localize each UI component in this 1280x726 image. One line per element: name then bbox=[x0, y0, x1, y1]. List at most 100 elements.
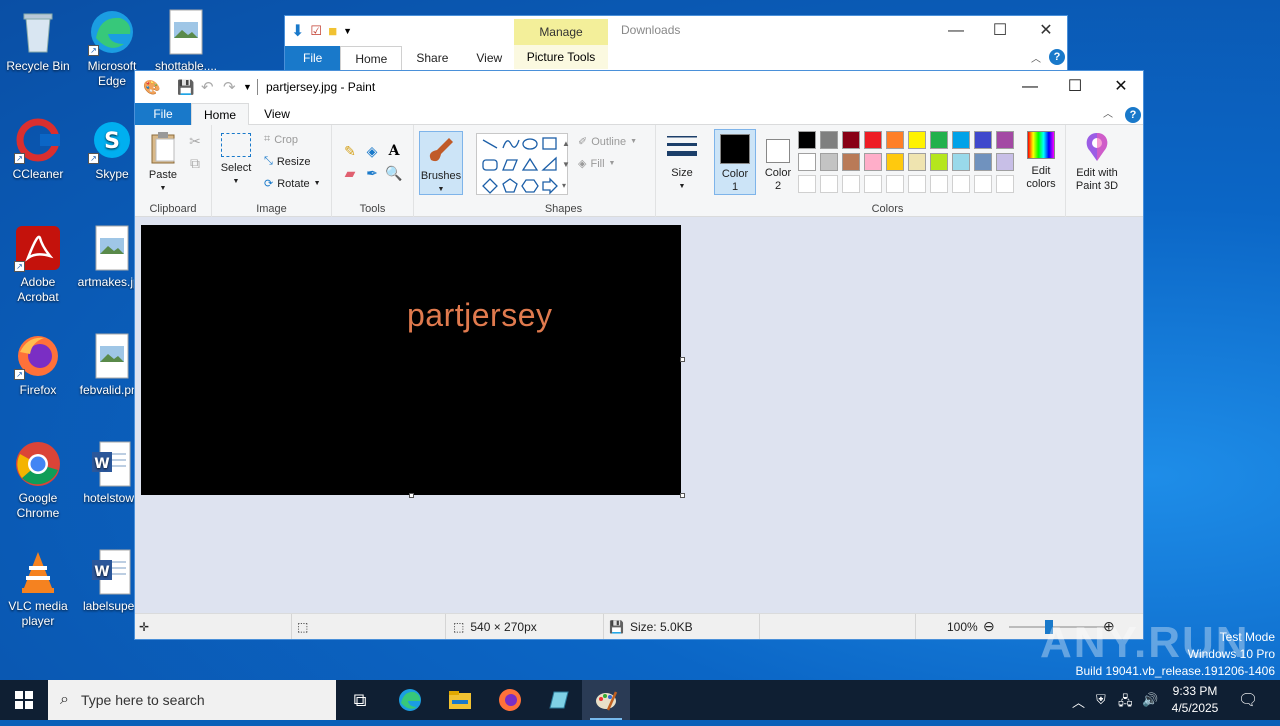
new-folder-icon[interactable]: ■ bbox=[328, 23, 337, 40]
volume-icon[interactable]: 🔊 bbox=[1142, 692, 1158, 708]
paint-window[interactable]: 🎨 💾 ↶ ↷ ▼ partjersey.jpg - Paint — ☐ ✕ F… bbox=[134, 70, 1144, 640]
color2-button[interactable]: Color 2 bbox=[760, 129, 796, 195]
size-button[interactable]: Size ▼ bbox=[662, 133, 702, 193]
outline-button[interactable]: ✐ Outline ▼ bbox=[578, 135, 637, 149]
resize-handle-right[interactable] bbox=[680, 357, 685, 362]
palette-swatch[interactable] bbox=[842, 175, 860, 193]
copy-icon[interactable]: ⧉ bbox=[185, 153, 205, 173]
help-icon[interactable]: ? bbox=[1049, 49, 1065, 65]
tab-home[interactable]: Home bbox=[340, 46, 403, 70]
palette-swatch[interactable] bbox=[908, 153, 926, 171]
resize-handle-corner[interactable] bbox=[680, 493, 685, 498]
palette-swatch[interactable] bbox=[798, 153, 816, 171]
tab-view[interactable]: View bbox=[462, 46, 516, 70]
shapes-gallery[interactable] bbox=[476, 133, 568, 195]
taskbar-app-icon[interactable] bbox=[534, 680, 582, 720]
paste-button[interactable]: Paste ▼ bbox=[143, 131, 183, 195]
maximize-button[interactable]: ☐ bbox=[977, 16, 1023, 46]
close-button[interactable]: ✕ bbox=[1098, 71, 1143, 103]
tab-home[interactable]: Home bbox=[191, 103, 249, 126]
palette-swatch[interactable] bbox=[886, 153, 904, 171]
desktop-icon-shottable[interactable]: shottable.... bbox=[148, 8, 224, 74]
palette-swatch[interactable] bbox=[996, 153, 1014, 171]
taskbar-search-box[interactable]: ⌕ Type here to search bbox=[48, 680, 336, 720]
eraser-icon[interactable]: ▰ bbox=[340, 163, 360, 183]
download-arrow-icon[interactable]: ⬇ bbox=[291, 21, 304, 41]
palette-swatch[interactable] bbox=[798, 175, 816, 193]
rotate-button[interactable]: ⟳ Rotate ▼ bbox=[264, 177, 321, 191]
paint-app-icon[interactable]: 🎨 bbox=[143, 79, 160, 96]
palette-swatch[interactable] bbox=[864, 131, 882, 149]
palette-swatch[interactable] bbox=[820, 153, 838, 171]
tab-file[interactable]: File bbox=[285, 46, 341, 70]
properties-icon[interactable]: ☑ bbox=[310, 23, 322, 39]
palette-swatch[interactable] bbox=[820, 175, 838, 193]
palette-swatch[interactable] bbox=[930, 131, 948, 149]
palette-swatch[interactable] bbox=[952, 153, 970, 171]
palette-swatch[interactable] bbox=[974, 153, 992, 171]
undo-icon[interactable]: ↶ bbox=[201, 78, 214, 96]
edit-colors-button[interactable]: Edit colors bbox=[1020, 131, 1062, 191]
desktop-icon-ccleaner[interactable]: ↗ CCleaner bbox=[0, 116, 76, 182]
tab-file[interactable]: File bbox=[135, 103, 191, 125]
magnifier-icon[interactable]: 🔍 bbox=[384, 163, 404, 183]
palette-swatch[interactable] bbox=[952, 175, 970, 193]
palette-swatch[interactable] bbox=[930, 153, 948, 171]
taskbar-file-explorer-icon[interactable] bbox=[436, 680, 484, 720]
notifications-icon[interactable]: 🗨 bbox=[1238, 690, 1258, 710]
edit-with-paint3d-button[interactable]: Edit with Paint 3D bbox=[1068, 131, 1126, 193]
desktop-icon-vlc[interactable]: VLC media player bbox=[0, 548, 76, 629]
taskbar-clock[interactable]: 9:33 PM 4/5/2025 bbox=[1160, 683, 1230, 717]
palette-swatch[interactable] bbox=[842, 131, 860, 149]
desktop-icon-chrome[interactable]: Google Chrome bbox=[0, 440, 76, 521]
cut-icon[interactable]: ✂ bbox=[185, 131, 205, 151]
image-canvas[interactable]: partjersey bbox=[141, 225, 681, 495]
text-tool-icon[interactable]: A bbox=[384, 141, 404, 161]
resize-button[interactable]: ⤡ Resize bbox=[264, 155, 310, 168]
select-button[interactable]: Select ▼ bbox=[218, 133, 254, 188]
minimize-button[interactable]: — bbox=[1007, 71, 1053, 103]
fill-bucket-icon[interactable]: ◈ bbox=[362, 141, 382, 161]
palette-swatch[interactable] bbox=[908, 175, 926, 193]
shapes-scroll[interactable]: ▲ ▼ ▾ bbox=[562, 133, 570, 196]
palette-swatch[interactable] bbox=[908, 131, 926, 149]
brushes-button[interactable]: Brushes ▼ bbox=[419, 131, 463, 195]
redo-icon[interactable]: ↷ bbox=[223, 78, 236, 96]
palette-swatch[interactable] bbox=[864, 175, 882, 193]
explorer-window[interactable]: ⬇ ☑ ■ ▼ Manage Downloads — ☐ ✕ File Home… bbox=[284, 15, 1068, 75]
resize-handle-bottom[interactable] bbox=[409, 493, 414, 498]
palette-swatch[interactable] bbox=[930, 175, 948, 193]
customize-toolbar-icon[interactable]: ▼ bbox=[243, 82, 252, 92]
security-icon[interactable]: ⛨ bbox=[1096, 692, 1106, 708]
palette-swatch[interactable] bbox=[864, 153, 882, 171]
desktop-icon-firefox[interactable]: ↗ Firefox bbox=[0, 332, 76, 398]
tab-share[interactable]: Share bbox=[402, 46, 462, 70]
desktop-icon-acrobat[interactable]: ↗ Adobe Acrobat bbox=[0, 224, 76, 305]
palette-swatch[interactable] bbox=[996, 131, 1014, 149]
save-icon[interactable]: 💾 bbox=[177, 79, 194, 96]
color1-button[interactable]: Color 1 bbox=[714, 129, 756, 195]
network-icon[interactable]: 🖧 bbox=[1118, 692, 1133, 714]
manage-contextual-tab[interactable]: Manage bbox=[514, 19, 608, 45]
palette-swatch[interactable] bbox=[842, 153, 860, 171]
tab-view[interactable]: View bbox=[253, 103, 301, 125]
taskbar-firefox-icon[interactable] bbox=[486, 680, 534, 720]
palette-swatch[interactable] bbox=[886, 131, 904, 149]
color-picker-icon[interactable]: ✒ bbox=[362, 163, 382, 183]
palette-swatch[interactable] bbox=[952, 131, 970, 149]
palette-swatch[interactable] bbox=[996, 175, 1014, 193]
palette-swatch[interactable] bbox=[974, 131, 992, 149]
chevron-down-icon[interactable]: ▼ bbox=[343, 26, 352, 36]
pencil-icon[interactable]: ✎ bbox=[340, 141, 360, 161]
collapse-ribbon-icon[interactable]: ︿ bbox=[1031, 50, 1041, 65]
tab-picture-tools[interactable]: Picture Tools bbox=[514, 45, 608, 69]
taskbar-paint-icon[interactable] bbox=[582, 680, 630, 720]
palette-swatch[interactable] bbox=[886, 175, 904, 193]
zoom-out-button[interactable]: ⊖ bbox=[983, 618, 995, 635]
palette-swatch[interactable] bbox=[820, 131, 838, 149]
maximize-button[interactable]: ☐ bbox=[1052, 71, 1098, 103]
palette-swatch[interactable] bbox=[974, 175, 992, 193]
palette-swatch[interactable] bbox=[798, 131, 816, 149]
minimize-button[interactable]: — bbox=[933, 16, 979, 46]
collapse-ribbon-icon[interactable]: ︿ bbox=[1103, 105, 1113, 120]
